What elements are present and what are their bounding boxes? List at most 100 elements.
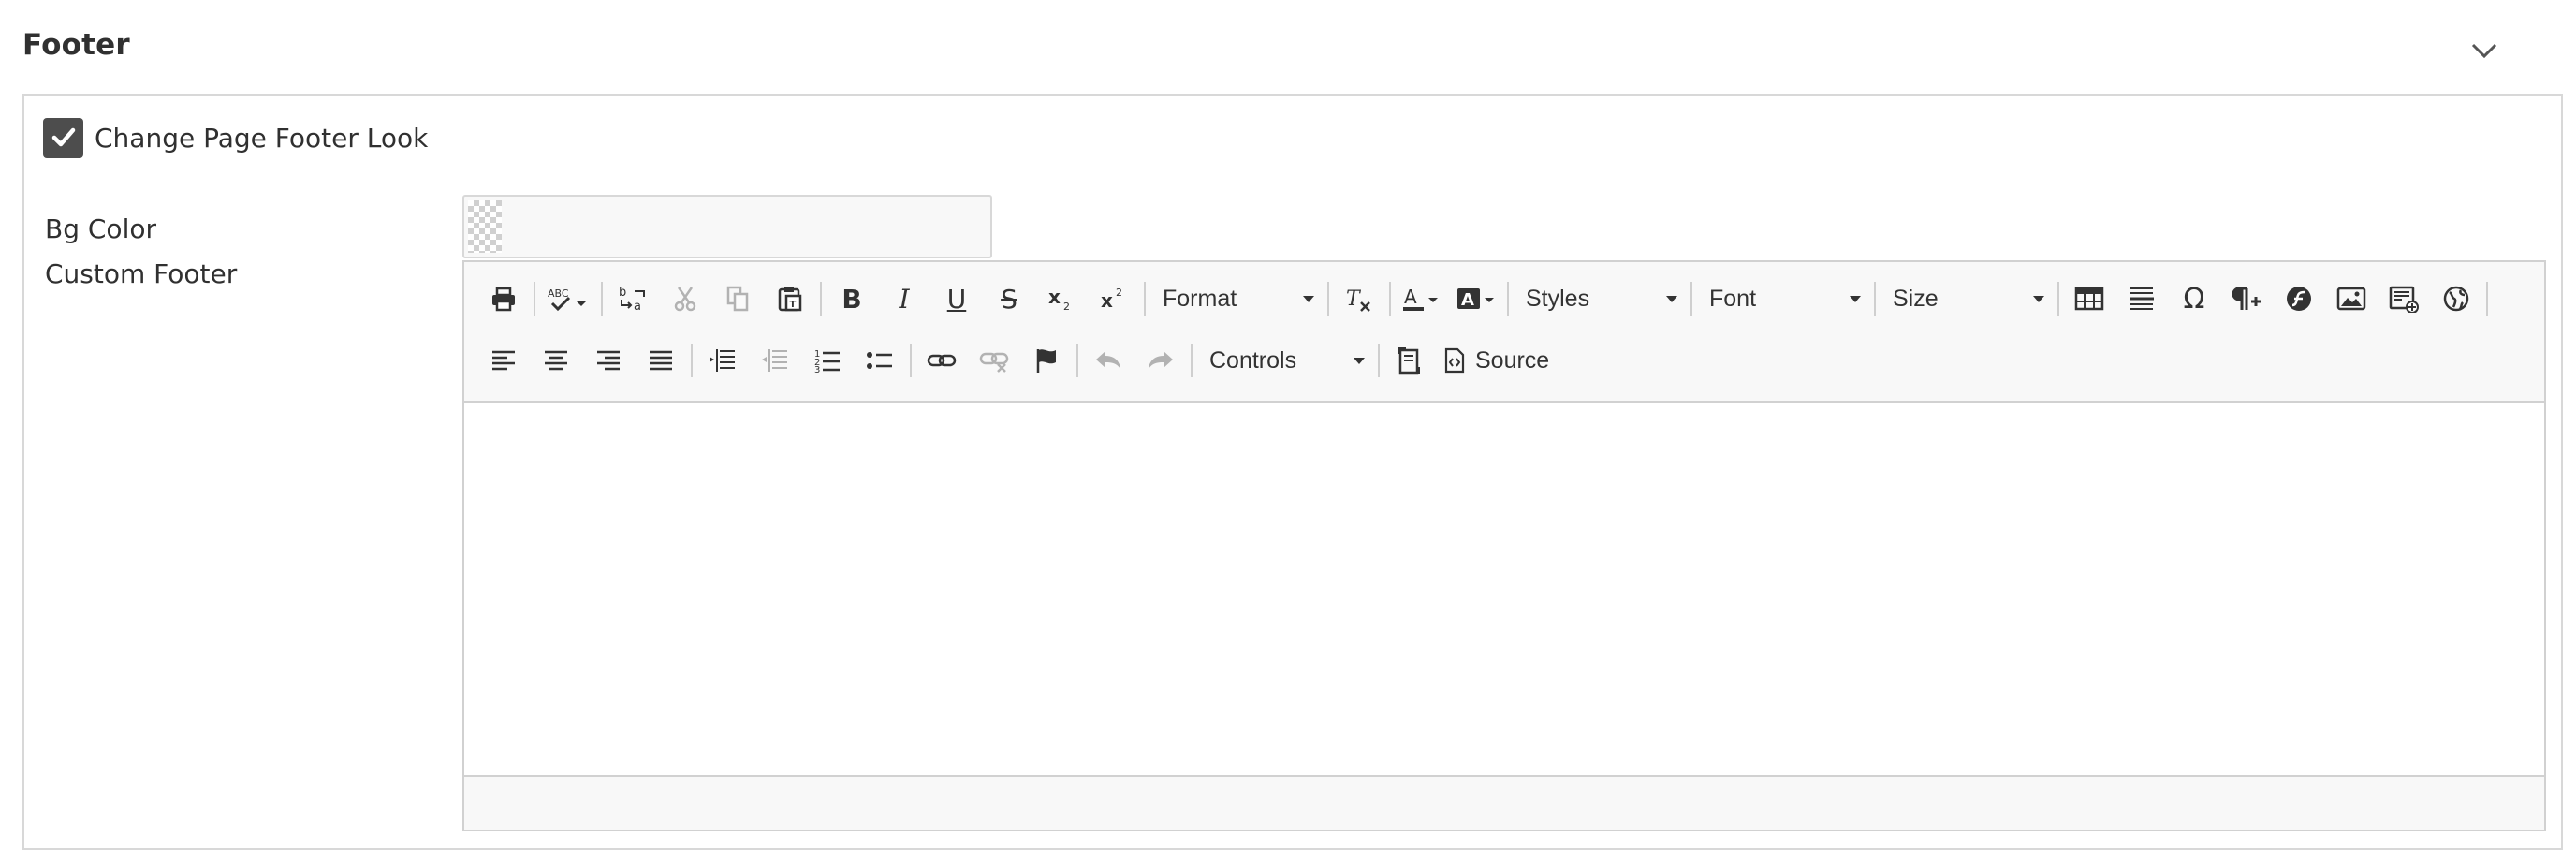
- increase-indent-icon[interactable]: [696, 336, 749, 385]
- toolbar-separator: [1076, 344, 1078, 377]
- dropdown-arrow-icon: [1850, 295, 1861, 302]
- toolbar-separator: [1507, 282, 1509, 316]
- special-character-icon[interactable]: Ω: [2168, 274, 2220, 323]
- toolbar-separator: [2057, 282, 2059, 316]
- toolbar-separator: [534, 282, 535, 316]
- size-dropdown[interactable]: Size: [1880, 274, 2054, 323]
- svg-text:b: b: [619, 286, 626, 300]
- controls-dropdown[interactable]: Controls: [1196, 336, 1374, 385]
- justify-icon[interactable]: [635, 336, 687, 385]
- toolbar-row-1: ABC ba T B I U S x 2 x 2 Format T A A St…: [477, 272, 2535, 326]
- svg-text:2: 2: [1116, 287, 1122, 299]
- svg-text:a: a: [634, 300, 641, 313]
- toolbar-separator: [1378, 344, 1380, 377]
- footer-panel: Change Page Footer Look Bg Color Custom …: [22, 94, 2563, 850]
- toolbar-separator: [601, 282, 603, 316]
- source-icon: [1444, 347, 1465, 374]
- superscript-icon[interactable]: x2: [1088, 274, 1140, 323]
- change-footer-look-checkbox[interactable]: Change Page Footer Look: [43, 116, 428, 159]
- editor-status-bar: [464, 775, 2544, 830]
- toolbar-separator: [691, 344, 693, 377]
- background-color-icon[interactable]: A: [1449, 274, 1503, 323]
- controls-dropdown-label: Controls: [1209, 346, 1297, 374]
- toolbar-separator: [1327, 282, 1329, 316]
- cut-icon[interactable]: [659, 274, 711, 323]
- image-icon[interactable]: [2325, 274, 2378, 323]
- size-dropdown-label: Size: [1893, 285, 1939, 312]
- paragraph-insert-icon[interactable]: [2220, 274, 2273, 323]
- replace-icon[interactable]: ba: [607, 274, 659, 323]
- unlink-icon[interactable]: [968, 336, 1020, 385]
- source-button[interactable]: Source: [1436, 336, 1557, 385]
- checkbox-label[interactable]: Change Page Footer Look: [95, 123, 428, 154]
- toolbar-separator: [1389, 282, 1391, 316]
- font-dropdown-label: Font: [1709, 285, 1757, 312]
- svg-text:x: x: [1048, 286, 1061, 308]
- strikethrough-button[interactable]: S: [983, 274, 1035, 323]
- paste-text-icon[interactable]: T: [764, 274, 816, 323]
- section-header: Footer: [0, 0, 2576, 94]
- source-button-label: Source: [1475, 346, 1550, 374]
- anchor-flag-icon[interactable]: [1020, 336, 1073, 385]
- styles-dropdown-label: Styles: [1526, 285, 1590, 312]
- remove-format-icon[interactable]: T: [1333, 274, 1385, 323]
- copy-icon[interactable]: [711, 274, 764, 323]
- subscript-icon[interactable]: x2: [1035, 274, 1088, 323]
- svg-text:A: A: [1461, 290, 1474, 310]
- align-center-icon[interactable]: [530, 336, 582, 385]
- svg-text:ABC: ABC: [548, 287, 569, 300]
- toolbar-separator: [1144, 282, 1146, 316]
- link-icon[interactable]: [915, 336, 968, 385]
- format-dropdown-label: Format: [1163, 285, 1237, 312]
- svg-text:A: A: [1404, 286, 1417, 308]
- chevron-down-icon[interactable]: [2467, 34, 2501, 67]
- decrease-indent-icon[interactable]: [749, 336, 801, 385]
- spellcheck-icon[interactable]: ABC: [539, 274, 597, 323]
- toolbar-separator: [820, 282, 822, 316]
- font-dropdown[interactable]: Font: [1696, 274, 1870, 323]
- align-left-icon[interactable]: [477, 336, 530, 385]
- horizontal-line-icon[interactable]: [2115, 274, 2168, 323]
- toolbar-separator: [910, 344, 912, 377]
- bulleted-list-icon[interactable]: [854, 336, 906, 385]
- svg-text:2: 2: [1063, 301, 1070, 313]
- print-icon[interactable]: [477, 274, 530, 323]
- numbered-list-icon[interactable]: 123: [801, 336, 854, 385]
- styles-dropdown[interactable]: Styles: [1513, 274, 1687, 323]
- editor-toolbar: ABC ba T B I U S x 2 x 2 Format T A A St…: [464, 262, 2544, 403]
- section-title: Footer: [22, 28, 130, 62]
- dropdown-arrow-icon: [2033, 295, 2044, 302]
- italic-button[interactable]: I: [878, 274, 930, 323]
- flash-icon[interactable]: [2273, 274, 2325, 323]
- iframe-icon[interactable]: [2378, 274, 2430, 323]
- table-icon[interactable]: [2063, 274, 2115, 323]
- format-dropdown[interactable]: Format: [1149, 274, 1324, 323]
- underline-button[interactable]: U: [930, 274, 983, 323]
- undo-icon[interactable]: [1082, 336, 1134, 385]
- toolbar-separator: [1690, 282, 1692, 316]
- toolbar-separator: [1191, 344, 1193, 377]
- bg-color-label: Bg Color: [45, 213, 156, 244]
- svg-text:T: T: [1346, 287, 1362, 311]
- editor-content-area[interactable]: [464, 403, 2544, 777]
- checkbox-checked-icon[interactable]: [43, 117, 83, 158]
- svg-text:x: x: [1101, 289, 1113, 312]
- custom-footer-label: Custom Footer: [45, 258, 238, 289]
- align-right-icon[interactable]: [582, 336, 635, 385]
- transparent-swatch-icon[interactable]: [468, 200, 502, 253]
- dropdown-arrow-icon: [1666, 295, 1677, 302]
- toolbar-separator: [1874, 282, 1876, 316]
- toolbar-separator: [2486, 282, 2488, 316]
- redo-icon[interactable]: [1134, 336, 1187, 385]
- rich-text-editor: ABC ba T B I U S x 2 x 2 Format T A A St…: [462, 260, 2546, 831]
- globe-icon[interactable]: [2430, 274, 2482, 323]
- svg-text:T: T: [790, 300, 797, 310]
- bg-color-picker[interactable]: [462, 195, 992, 258]
- dropdown-arrow-icon: [1354, 357, 1365, 364]
- svg-text:3: 3: [814, 365, 820, 374]
- bold-button[interactable]: B: [826, 274, 878, 323]
- text-color-icon[interactable]: A: [1395, 274, 1449, 323]
- dropdown-arrow-icon: [1303, 295, 1314, 302]
- toolbar-row-2: 123 Controls Source: [477, 333, 2535, 388]
- show-blocks-icon[interactable]: [1383, 336, 1436, 385]
